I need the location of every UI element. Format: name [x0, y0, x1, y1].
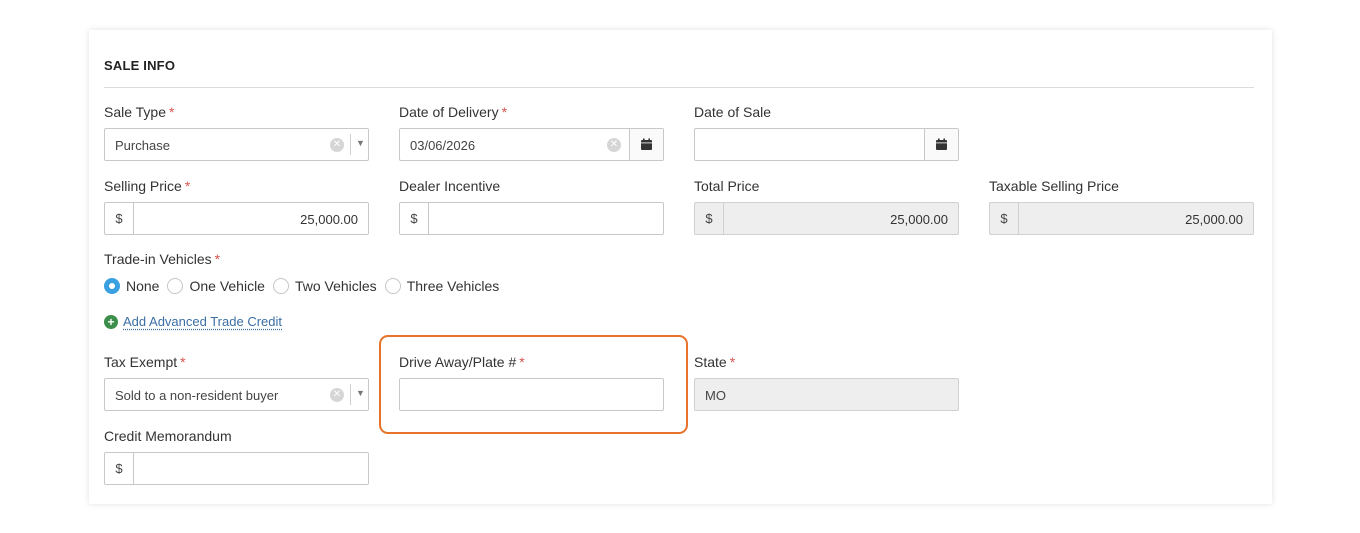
clear-icon[interactable]: ✕ [330, 138, 344, 152]
taxable-selling-price-input: $ 25,000.00 [989, 202, 1254, 235]
radio-one-vehicle[interactable]: One Vehicle [167, 278, 265, 294]
select-separator [350, 134, 351, 155]
date-of-delivery-label: Date of Delivery * [399, 104, 508, 120]
currency-addon: $ [990, 203, 1019, 234]
dealer-incentive-input[interactable]: $ [399, 202, 664, 235]
trade-in-label: Trade-in Vehicles * [104, 251, 221, 267]
date-of-sale-input[interactable] [694, 128, 959, 161]
radio-button-selected[interactable] [104, 278, 120, 294]
date-of-delivery-input[interactable]: 03/06/2026 ✕ [399, 128, 664, 161]
credit-memorandum-label: Credit Memorandum [104, 428, 232, 444]
radio-button[interactable] [272, 278, 289, 294]
currency-addon: $ [105, 203, 134, 234]
radio-button[interactable] [384, 278, 401, 294]
calendar-icon [936, 138, 947, 150]
total-price-value: 25,000.00 [890, 212, 948, 227]
radio-three-vehicles[interactable]: Three Vehicles [384, 278, 499, 294]
sale-type-label: Sale Type * [104, 104, 175, 120]
date-of-sale-label: Date of Sale [694, 104, 772, 120]
tax-exempt-value: Sold to a non-resident buyer [115, 388, 279, 403]
state-input: MO [694, 378, 959, 411]
sale-type-select[interactable]: Purchase ✕ ▼ [104, 128, 369, 161]
currency-addon: $ [695, 203, 724, 234]
credit-memorandum-input[interactable]: $ [104, 452, 369, 485]
calendar-button[interactable] [629, 129, 663, 160]
total-price-input: $ 25,000.00 [694, 202, 959, 235]
sale-type-value: Purchase [115, 138, 170, 153]
selling-price-label: Selling Price * [104, 178, 191, 194]
select-separator [350, 384, 351, 405]
radio-none[interactable]: None [104, 278, 159, 294]
clear-icon[interactable]: ✕ [607, 138, 621, 152]
currency-addon: $ [400, 203, 429, 234]
date-of-delivery-value: 03/06/2026 [410, 138, 476, 153]
section-divider [104, 87, 1254, 88]
caret-down-icon[interactable]: ▼ [356, 138, 365, 148]
calendar-button[interactable] [924, 129, 958, 160]
total-price-label: Total Price [694, 178, 760, 194]
add-advanced-trade-credit-link[interactable]: + Add Advanced Trade Credit [104, 314, 282, 329]
sale-info-card: SALE INFO Sale Type * Purchase ✕ ▼ Date o… [89, 30, 1272, 504]
selling-price-input[interactable]: $ 25,000.00 [104, 202, 369, 235]
taxable-selling-price-value: 25,000.00 [1185, 212, 1243, 227]
calendar-icon [641, 138, 652, 150]
caret-down-icon[interactable]: ▼ [356, 388, 365, 398]
radio-button[interactable] [167, 278, 184, 294]
taxable-selling-price-label: Taxable Selling Price [989, 178, 1119, 194]
clear-icon[interactable]: ✕ [330, 388, 344, 402]
drive-away-plate-input[interactable] [399, 378, 664, 411]
tax-exempt-select[interactable]: Sold to a non-resident buyer ✕ ▼ [104, 378, 369, 411]
plus-circle-icon: + [104, 314, 118, 329]
dealer-incentive-label: Dealer Incentive [399, 178, 501, 194]
state-label: State * [694, 354, 736, 370]
section-title: SALE INFO [104, 58, 176, 73]
tax-exempt-label: Tax Exempt * [104, 354, 186, 370]
currency-addon: $ [105, 453, 134, 484]
state-value: MO [705, 388, 726, 403]
selling-price-value: 25,000.00 [300, 212, 358, 227]
radio-two-vehicles[interactable]: Two Vehicles [272, 278, 377, 294]
trade-in-radio-group: None One Vehicle Two Vehicles Three Vehi… [104, 276, 507, 296]
drive-away-plate-label: Drive Away/Plate # * [399, 354, 525, 370]
